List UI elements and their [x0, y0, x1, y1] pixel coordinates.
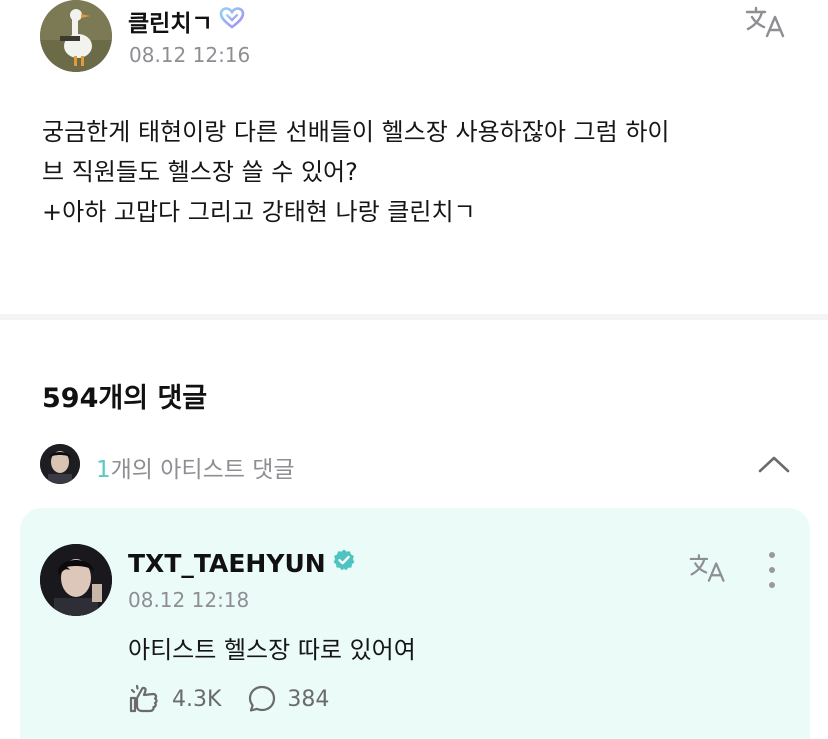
post-author[interactable]: 클린치ㄱ [128, 4, 245, 38]
post-header: 클린치ㄱ 08.12 12:16 [0, 0, 828, 80]
comment-count-heading: 594개의 댓글 [42, 383, 208, 414]
more-vertical-icon-dot [769, 552, 775, 558]
cheer-button[interactable]: 4.3K [128, 684, 221, 714]
artist-author-name[interactable]: TXT_TAEHYUN [128, 549, 326, 578]
artist-avatar-image [40, 444, 80, 484]
post-timestamp: 08.12 12:16 [129, 43, 251, 67]
more-options-button[interactable] [758, 548, 786, 592]
reply-count: 384 [287, 686, 330, 712]
translate-icon [689, 554, 725, 582]
post-body-line: 궁금한게 태현이랑 다른 선배들이 헬스장 사용하잖아 그럼 하이 [42, 118, 670, 146]
artist-avatar-image [40, 544, 112, 616]
post-author-avatar[interactable] [40, 0, 112, 72]
translate-icon [745, 6, 785, 38]
collapse-button[interactable] [752, 444, 796, 484]
artist-comments-toggle[interactable]: 1개의 아티스트 댓글 [0, 438, 828, 494]
reply-button[interactable]: 384 [247, 684, 329, 714]
post-translate-button[interactable] [742, 0, 790, 44]
cheer-count: 4.3K [172, 686, 222, 712]
artist-comments-summary[interactable]: 1개의 아티스트 댓글 [96, 450, 295, 484]
artist-comment-text: 아티스트 헬스장 따로 있어여 [128, 636, 416, 664]
post-body: 궁금한게 태현이랑 다른 선배들이 헬스장 사용하잖아 그럼 하이 브 직원들도… [42, 112, 802, 232]
more-vertical-icon-dot [769, 582, 775, 588]
goose-avatar-image [40, 0, 112, 72]
post-body-line: 브 직원들도 헬스장 쓸 수 있어? [42, 158, 358, 186]
artist-comment-author[interactable]: TXT_TAEHYUN [128, 548, 356, 578]
chevron-up-icon [758, 456, 790, 473]
artist-comments-label: 개의 아티스트 댓글 [110, 457, 295, 483]
comment-translate-button[interactable] [684, 546, 732, 590]
heart-badge-icon [219, 6, 245, 36]
artist-comment-timestamp: 08.12 12:18 [128, 588, 250, 612]
artist-summary-avatar [40, 444, 80, 484]
artist-comments-count: 1 [96, 457, 111, 483]
more-vertical-icon-dot [769, 567, 775, 573]
comment-actions: 4.3K 384 [128, 684, 355, 714]
comment-bubble-icon [249, 685, 276, 712]
verified-badge-icon [332, 548, 356, 578]
artist-comment-card: TXT_TAEHYUN 08.12 12:18 아티스트 헬스장 따로 있어여 [20, 508, 810, 739]
cheer-hand-icon [129, 684, 158, 713]
post-author-name[interactable]: 클린치ㄱ [128, 4, 213, 38]
section-divider [0, 314, 828, 320]
artist-comment-avatar[interactable] [40, 544, 112, 616]
post-body-line: +아하 고맙다 그리고 강태현 나랑 클린치ㄱ [42, 198, 476, 226]
